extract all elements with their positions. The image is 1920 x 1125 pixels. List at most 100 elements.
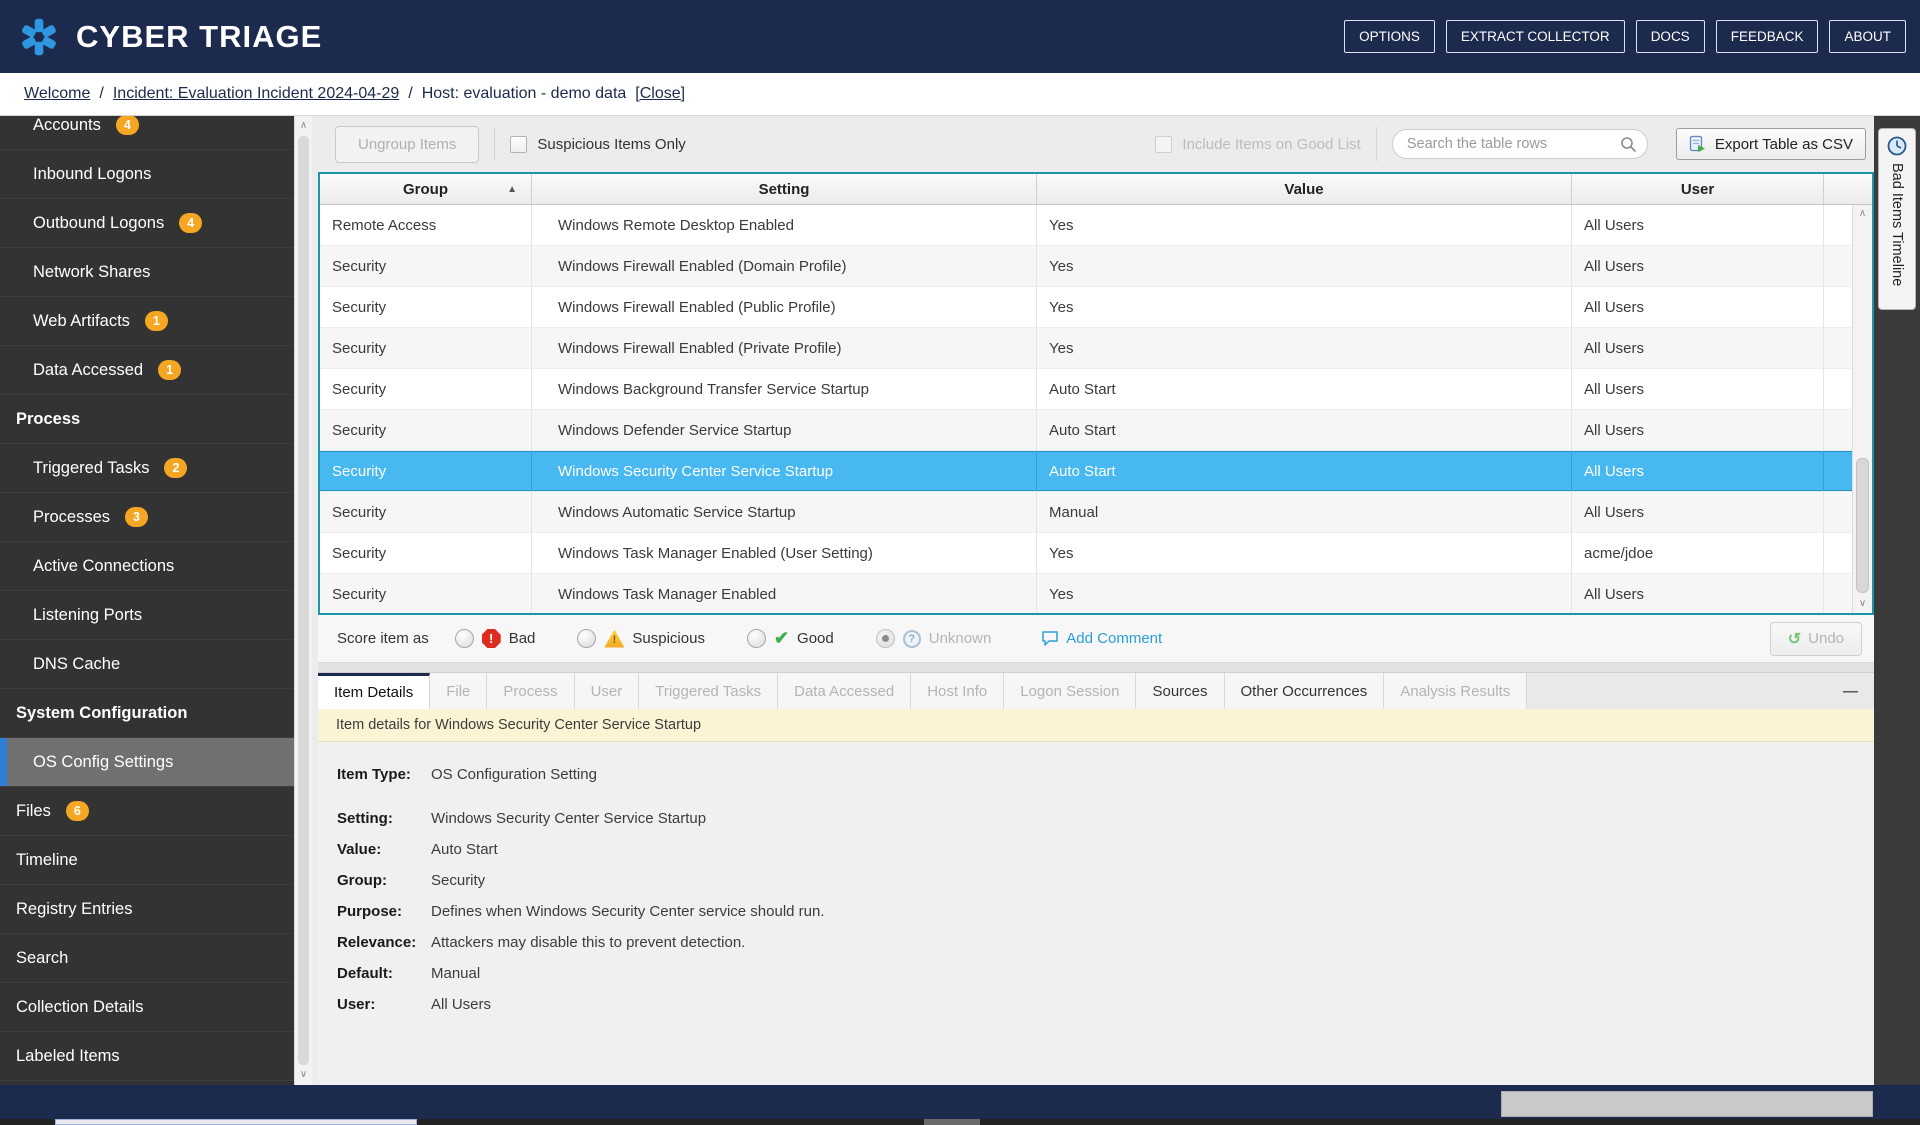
docs-button[interactable]: DOCS — [1636, 20, 1705, 53]
sidebar-scroll-down-icon[interactable]: ∨ — [295, 1067, 312, 1083]
undo-button[interactable]: ↺ Undo — [1770, 622, 1862, 656]
table-row[interactable]: Security Windows Defender Service Startu… — [320, 410, 1872, 451]
include-good-checkbox-group: Include Items on Good List — [1155, 136, 1360, 153]
sidebar-item-accounts[interactable]: Accounts 4 — [0, 116, 294, 150]
files-badge: 6 — [66, 801, 89, 822]
good-label: Good — [797, 630, 834, 647]
breadcrumb-separator: / — [99, 85, 103, 103]
table-search-input[interactable] — [1407, 136, 1620, 152]
sidebar-scrollbar[interactable]: ∧ ∨ — [294, 116, 312, 1085]
tab-file: File — [430, 673, 487, 709]
score-option-bad: ! Bad — [455, 629, 536, 648]
table-row[interactable]: Security Windows Task Manager Enabled (U… — [320, 533, 1872, 574]
ungroup-items-button[interactable]: Ungroup Items — [335, 126, 479, 163]
table-row[interactable]: Remote Access Windows Remote Desktop Ena… — [320, 205, 1872, 246]
sidebar-item-timeline[interactable]: Timeline — [0, 836, 294, 885]
unknown-radio[interactable] — [876, 629, 895, 648]
sidebar-section-system-configuration: System Configuration — [0, 689, 294, 738]
panel-splitter[interactable] — [318, 663, 1874, 673]
breadcrumb-host-label: Host: evaluation - demo data — [422, 85, 627, 103]
score-option-suspicious: ! Suspicious — [577, 629, 705, 648]
column-header-value[interactable]: Value — [1037, 174, 1572, 204]
sidebar-item-listening-ports[interactable]: Listening Ports — [0, 591, 294, 640]
sidebar-item-processes[interactable]: Processes 3 — [0, 493, 294, 542]
sidebar-item-active-connections[interactable]: Active Connections — [0, 542, 294, 591]
detail-field-setting: Setting: Windows Security Center Service… — [337, 810, 1874, 827]
suspicious-icon: ! — [604, 630, 624, 648]
breadcrumb-incident-link[interactable]: Incident: Evaluation Incident 2024-04-29 — [113, 85, 399, 103]
accounts-badge: 4 — [116, 116, 139, 135]
sidebar-item-dns-cache[interactable]: DNS Cache — [0, 640, 294, 689]
sidebar-item-files[interactable]: Files 6 — [0, 787, 294, 836]
detail-field-group: Group: Security — [337, 872, 1874, 889]
sidebar-scroll-thumb[interactable] — [298, 136, 309, 1065]
sidebar-scroll-up-icon[interactable]: ∧ — [295, 118, 312, 134]
suspicious-only-label: Suspicious Items Only — [537, 136, 685, 153]
bad-label: Bad — [509, 630, 536, 647]
unknown-question-icon: ? — [903, 630, 921, 648]
taskbar-segment — [924, 1119, 980, 1125]
column-header-group[interactable]: Group ▲ — [320, 174, 532, 204]
cyber-triage-logo-icon — [16, 14, 62, 60]
sidebar-item-web-artifacts[interactable]: Web Artifacts 1 — [0, 297, 294, 346]
bad-items-timeline-tab[interactable]: Bad Items Timeline — [1878, 128, 1916, 310]
add-comment-link[interactable]: Add Comment — [1041, 630, 1162, 647]
extract-collector-button[interactable]: EXTRACT COLLECTOR — [1446, 20, 1625, 53]
sidebar-item-inbound-logons[interactable]: Inbound Logons — [0, 150, 294, 199]
options-button[interactable]: OPTIONS — [1344, 20, 1435, 53]
processes-badge: 3 — [125, 507, 148, 528]
detail-field-user: User: All Users — [337, 996, 1874, 1013]
table-scrollbar[interactable]: ∧ ∨ — [1852, 205, 1872, 613]
sidebar-item-outbound-logons[interactable]: Outbound Logons 4 — [0, 199, 294, 248]
tab-item-details[interactable]: Item Details — [318, 673, 430, 709]
tab-analysis-results: Analysis Results — [1384, 673, 1527, 709]
sidebar-section-process: Process — [0, 395, 294, 444]
table-row-selected[interactable]: Security Windows Security Center Service… — [320, 451, 1872, 492]
sidebar-item-data-accessed[interactable]: Data Accessed 1 — [0, 346, 294, 395]
minimize-panel-icon[interactable]: — — [1843, 673, 1858, 709]
triggered-tasks-badge: 2 — [164, 458, 187, 479]
sidebar-item-registry-entries[interactable]: Registry Entries — [0, 885, 294, 934]
app-logo: CYBER TRIAGE — [16, 14, 322, 60]
table-row[interactable]: Security Windows Background Transfer Ser… — [320, 369, 1872, 410]
table-scroll-thumb[interactable] — [1856, 458, 1869, 593]
sidebar-item-collection-details[interactable]: Collection Details — [0, 983, 294, 1032]
table-row[interactable]: Security Windows Firewall Enabled (Publi… — [320, 287, 1872, 328]
tab-sources[interactable]: Sources — [1136, 673, 1224, 709]
taskbar-segment — [55, 1119, 417, 1125]
column-header-setting[interactable]: Setting — [532, 174, 1037, 204]
export-csv-button[interactable]: Export Table as CSV — [1676, 128, 1866, 160]
suspicious-radio[interactable] — [577, 629, 596, 648]
sidebar-item-labeled-items[interactable]: Labeled Items — [0, 1032, 294, 1081]
table-row[interactable]: Security Windows Task Manager Enabled Ye… — [320, 574, 1872, 615]
sidebar-item-search[interactable]: Search — [0, 934, 294, 983]
column-header-extra — [1824, 174, 1872, 204]
taskbar-strip — [0, 1119, 1920, 1125]
include-good-checkbox[interactable] — [1155, 136, 1172, 153]
table-toolbar: Ungroup Items Suspicious Items Only Incl… — [318, 116, 1874, 172]
sidebar-nav: Accounts 4 Inbound Logons Outbound Logon… — [0, 116, 294, 1085]
sidebar-item-os-config-settings[interactable]: OS Config Settings — [0, 738, 294, 787]
breadcrumb-welcome-link[interactable]: Welcome — [24, 85, 90, 103]
tab-other-occurrences[interactable]: Other Occurrences — [1225, 673, 1385, 709]
feedback-button[interactable]: FEEDBACK — [1716, 20, 1819, 53]
breadcrumb-close-link[interactable]: [Close] — [635, 85, 685, 103]
table-scroll-down-icon[interactable]: ∨ — [1853, 596, 1872, 612]
column-header-user[interactable]: User — [1572, 174, 1824, 204]
status-footer — [0, 1085, 1920, 1125]
app-title: CYBER TRIAGE — [76, 19, 322, 55]
bad-radio[interactable] — [455, 629, 474, 648]
toolbar-divider — [1376, 127, 1377, 161]
bad-items-timeline-label: Bad Items Timeline — [1889, 163, 1905, 286]
table-row[interactable]: Security Windows Firewall Enabled (Priva… — [320, 328, 1872, 369]
sidebar-item-triggered-tasks[interactable]: Triggered Tasks 2 — [0, 444, 294, 493]
table-row[interactable]: Security Windows Automatic Service Start… — [320, 492, 1872, 533]
table-scroll-up-icon[interactable]: ∧ — [1853, 206, 1872, 222]
about-button[interactable]: ABOUT — [1829, 20, 1906, 53]
sidebar-item-network-shares[interactable]: Network Shares — [0, 248, 294, 297]
table-row[interactable]: Security Windows Firewall Enabled (Domai… — [320, 246, 1872, 287]
score-bar: Score item as ! Bad ! Suspicious ✔ Good … — [318, 615, 1874, 663]
good-radio[interactable] — [747, 629, 766, 648]
suspicious-only-checkbox[interactable] — [510, 136, 527, 153]
tab-data-accessed: Data Accessed — [778, 673, 911, 709]
